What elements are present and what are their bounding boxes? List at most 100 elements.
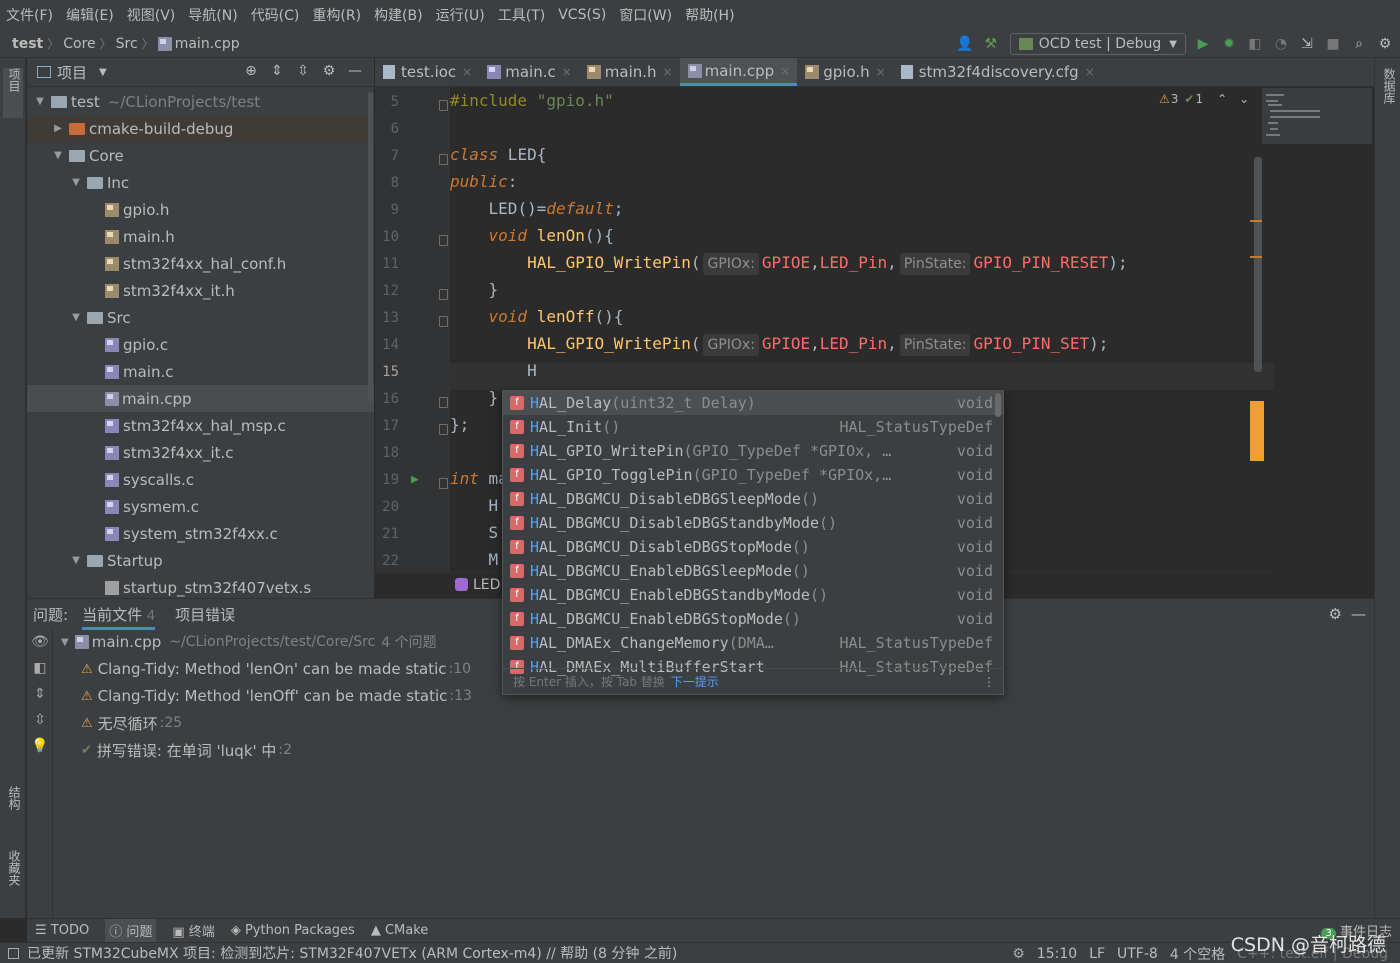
- menu-file[interactable]: 文件(F): [6, 5, 53, 25]
- next-tip-link[interactable]: 下一提示: [671, 673, 719, 690]
- tool-tab-problems[interactable]: ⓘ 问题: [105, 919, 157, 942]
- breadcrumb-project[interactable]: test: [12, 36, 43, 52]
- fold-marker-icon[interactable]: [439, 316, 448, 327]
- project-scrollbar[interactable]: [367, 88, 374, 598]
- project-tree-item[interactable]: syscalls.c: [27, 466, 374, 493]
- editor-tab[interactable]: test.ioc ×: [375, 58, 479, 86]
- git-icon[interactable]: ⚙: [1012, 946, 1025, 962]
- project-tree-item[interactable]: ▶ cmake-build-debug: [27, 115, 374, 142]
- tool-tab-terminal[interactable]: ▣ 终端: [172, 921, 214, 940]
- warning-marker[interactable]: [1250, 220, 1262, 222]
- problem-item[interactable]: ⚠ Clang-Tidy: Method 'lenOff' can be made…: [81, 683, 472, 709]
- gear-icon[interactable]: ⚙: [1329, 605, 1342, 623]
- tool-tab-structure[interactable]: 结构: [3, 786, 23, 810]
- stop-icon[interactable]: ■: [1324, 35, 1342, 53]
- fold-marker-icon[interactable]: [439, 424, 448, 435]
- menu-build[interactable]: 构建(B): [374, 5, 423, 25]
- project-tree-item[interactable]: ▼ Inc: [27, 169, 374, 196]
- project-tree-item[interactable]: stm32f4xx_it.h: [27, 277, 374, 304]
- lightbulb-icon[interactable]: 💡: [27, 733, 53, 759]
- close-icon[interactable]: ×: [876, 65, 886, 79]
- chevron-right-icon[interactable]: ▶: [51, 123, 65, 134]
- profile-icon[interactable]: ◔: [1272, 35, 1290, 53]
- chevron-up-icon[interactable]: ⌃: [1217, 92, 1227, 106]
- collapse-all-icon[interactable]: ⇳: [27, 707, 53, 733]
- menu-code[interactable]: 代码(C): [251, 5, 300, 25]
- project-tree-item[interactable]: gpio.h: [27, 196, 374, 223]
- editor-scrollbar[interactable]: [1254, 157, 1262, 372]
- run-configuration-select[interactable]: OCD test | Debug ▼: [1009, 33, 1186, 55]
- completion-item[interactable]: f HAL_DBGMCU_EnableDBGStandbyMode() void: [503, 583, 1003, 607]
- completion-item[interactable]: f HAL_Delay (uint32_t Delay) void: [503, 391, 1003, 415]
- fold-marker-icon[interactable]: [439, 478, 448, 489]
- editor-tab[interactable]: main.cpp ×: [679, 58, 798, 86]
- completion-item[interactable]: f HAL_Init() HAL_StatusTypeDef: [503, 415, 1003, 439]
- run-icon[interactable]: ▶: [1194, 35, 1212, 53]
- problem-item[interactable]: ⚠ 无尽循环:25: [81, 710, 182, 736]
- project-tree-item[interactable]: gpio.c: [27, 331, 374, 358]
- status-window-icon[interactable]: [8, 947, 19, 959]
- project-tree-item[interactable]: main.h: [27, 223, 374, 250]
- project-tree-item[interactable]: ▼ test ~/CLionProjects/test: [27, 88, 374, 115]
- line-separator[interactable]: LF: [1089, 946, 1105, 962]
- project-tree-item[interactable]: stm32f4xx_it.c: [27, 439, 374, 466]
- fold-marker-icon[interactable]: [439, 154, 448, 165]
- hide-icon[interactable]: —: [346, 63, 364, 79]
- tool-tab-database[interactable]: 数据库: [1378, 68, 1398, 104]
- problem-item[interactable]: ⚠ Clang-Tidy: Method 'lenOn' can be made …: [81, 656, 471, 682]
- project-tree-item[interactable]: ▼ Startup: [27, 547, 374, 574]
- menu-run[interactable]: 运行(U): [436, 5, 485, 25]
- menu-vcs[interactable]: VCS(S): [558, 7, 606, 23]
- more-icon[interactable]: ⋮: [983, 675, 995, 689]
- menu-refactor[interactable]: 重构(R): [312, 5, 361, 25]
- completion-item[interactable]: f HAL_DBGMCU_EnableDBGSleepMode() void: [503, 559, 1003, 583]
- project-tree-item[interactable]: ▼ Core: [27, 142, 374, 169]
- chevron-down-icon[interactable]: ▼: [33, 96, 47, 107]
- problem-item[interactable]: ✔ 拼写错误: 在单词 'luqk' 中:2: [81, 737, 292, 763]
- debug-icon[interactable]: ✹: [1220, 35, 1238, 53]
- completion-item[interactable]: f HAL_GPIO_WritePin (GPIO_TypeDef *GPIOx, …: [503, 439, 1003, 463]
- code-completion-popup[interactable]: f HAL_Delay (uint32_t Delay) void f HAL_Init(…: [502, 390, 1004, 695]
- run-gutter-icon[interactable]: ▶: [411, 472, 419, 487]
- fold-marker-icon[interactable]: [439, 397, 448, 408]
- warning-marker[interactable]: [1250, 256, 1262, 258]
- menu-window[interactable]: 窗口(W): [619, 5, 672, 25]
- file-encoding[interactable]: UTF-8: [1117, 946, 1158, 962]
- fold-marker-icon[interactable]: [439, 235, 448, 246]
- menu-edit[interactable]: 编辑(E): [66, 5, 114, 25]
- eye-icon[interactable]: 👁: [27, 629, 53, 655]
- chevron-down-icon[interactable]: ▼: [99, 67, 107, 78]
- close-icon[interactable]: ×: [462, 65, 472, 79]
- close-icon[interactable]: ×: [562, 65, 572, 79]
- project-tree-item[interactable]: stm32f4xx_hal_msp.c: [27, 412, 374, 439]
- editor-tab[interactable]: gpio.h ×: [797, 58, 892, 86]
- gear-icon[interactable]: ⚙: [320, 63, 338, 79]
- tool-tab-project[interactable]: 项目: [3, 68, 23, 118]
- tool-tab-todo[interactable]: ☰ TODO: [35, 923, 89, 938]
- breadcrumb-src[interactable]: Src: [116, 36, 138, 52]
- tool-tab-favorites[interactable]: 收藏夹: [3, 850, 23, 886]
- tool-tab-cmake[interactable]: ▲ CMake: [371, 923, 428, 938]
- locate-icon[interactable]: ⊕: [242, 63, 260, 79]
- completion-item[interactable]: f HAL_DBGMCU_DisableDBGSleepMode() void: [503, 487, 1003, 511]
- tool-tab-python-packages[interactable]: ◈ Python Packages: [231, 923, 355, 938]
- close-icon[interactable]: ×: [1085, 65, 1095, 79]
- project-panel-title[interactable]: 项目: [57, 62, 87, 83]
- warning-marker[interactable]: [1250, 401, 1264, 461]
- search-icon[interactable]: ⌕: [1350, 35, 1368, 53]
- build-hammer-icon[interactable]: ⚒: [982, 35, 1000, 53]
- completion-item[interactable]: f HAL_DMAEx_ChangeMemory (DMA… HAL_StatusTy…: [503, 631, 1003, 655]
- editor-tab[interactable]: stm32f4discovery.cfg ×: [893, 58, 1102, 86]
- menu-view[interactable]: 视图(V): [127, 5, 176, 25]
- project-tree-item[interactable]: sysmem.c: [27, 493, 374, 520]
- caret-position[interactable]: 15:10: [1037, 946, 1077, 962]
- attach-icon[interactable]: ⇲: [1298, 35, 1316, 53]
- chevron-down-icon[interactable]: ▼: [69, 312, 83, 323]
- completion-item[interactable]: f HAL_DBGMCU_DisableDBGStopMode() void: [503, 535, 1003, 559]
- code-minimap[interactable]: [1262, 88, 1372, 144]
- coverage-icon[interactable]: ◧: [1246, 35, 1264, 53]
- project-tree-item[interactable]: ▼ Src: [27, 304, 374, 331]
- expand-all-icon[interactable]: ⇕: [27, 681, 53, 707]
- menu-navigate[interactable]: 导航(N): [188, 5, 237, 25]
- close-icon[interactable]: ×: [780, 64, 790, 78]
